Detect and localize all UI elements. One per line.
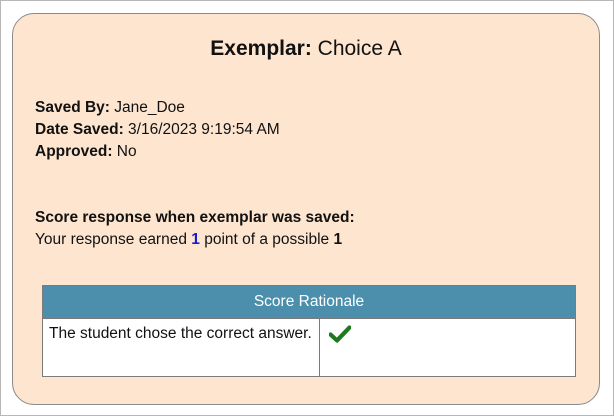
- rationale-header: Score Rationale: [42, 285, 576, 319]
- exemplar-title: Exemplar: Choice A: [13, 36, 599, 62]
- rationale-text: The student chose the correct answer.: [42, 318, 320, 377]
- score-earned: 1: [191, 231, 200, 248]
- rationale-result-cell: [319, 318, 576, 377]
- exemplar-frame: Exemplar: Choice A Saved By: Jane_Doe Da…: [0, 0, 614, 416]
- exemplar-meta: Saved By: Jane_Doe Date Saved: 3/16/2023…: [35, 97, 280, 163]
- exemplar-title-label: Exemplar:: [210, 37, 312, 60]
- table-row: The student chose the correct answer.: [42, 318, 576, 377]
- approved-value: No: [112, 143, 137, 160]
- score-rationale-table: Score Rationale The student chose the co…: [42, 285, 576, 377]
- checkmark-icon: [328, 325, 352, 343]
- score-prefix: Your response earned: [35, 231, 192, 248]
- score-line: Your response earned 1 point of a possib…: [35, 229, 355, 251]
- saved-by-row: Saved By: Jane_Doe: [35, 97, 280, 119]
- exemplar-card: Exemplar: Choice A Saved By: Jane_Doe Da…: [12, 13, 600, 405]
- score-middle: point of a possible: [199, 231, 334, 248]
- score-possible: 1: [333, 231, 343, 248]
- score-summary: Score response when exemplar was saved: …: [35, 207, 355, 251]
- exemplar-title-value: Choice A: [311, 37, 402, 60]
- date-saved-row: Date Saved: 3/16/2023 9:19:54 AM: [35, 119, 280, 141]
- approved-label: Approved:: [35, 143, 113, 160]
- score-heading: Score response when exemplar was saved:: [35, 209, 355, 226]
- date-saved-label: Date Saved:: [35, 121, 124, 138]
- approved-row: Approved: No: [35, 141, 280, 163]
- saved-by-value: Jane_Doe: [109, 99, 185, 116]
- date-saved-value: 3/16/2023 9:19:54 AM: [123, 121, 280, 138]
- saved-by-label: Saved By:: [35, 99, 110, 116]
- rationale-header-row: Score Rationale: [42, 285, 576, 319]
